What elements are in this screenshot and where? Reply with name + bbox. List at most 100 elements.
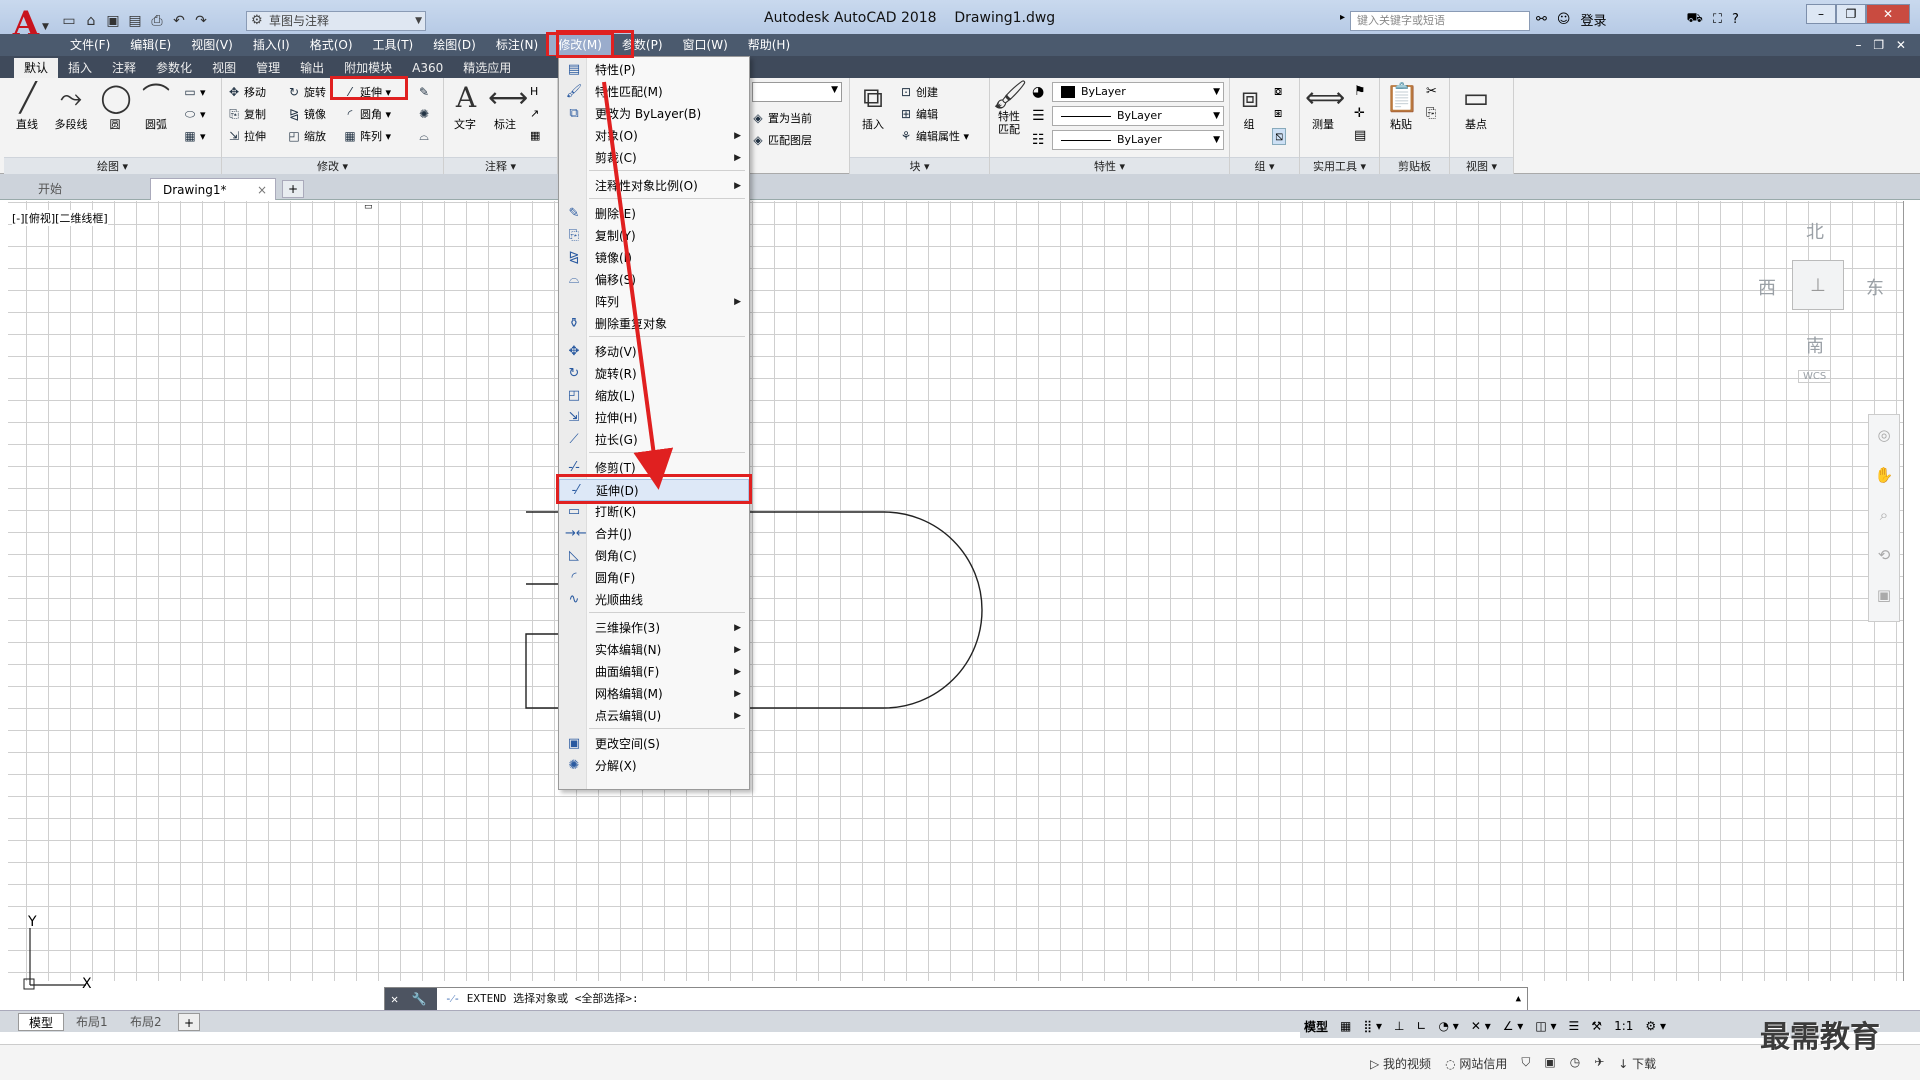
circle-button[interactable]: ◯ 圆 <box>98 80 132 132</box>
menu-item-16[interactable]: ⟋ 拉长(G) <box>559 429 749 451</box>
menu-item-19[interactable]: ▭ 打断(K) <box>559 501 749 523</box>
ribbon-tab-1[interactable]: 插入 <box>58 58 102 78</box>
menu-item-1[interactable]: 🖌 特性匹配(M) <box>559 81 749 103</box>
workspace-select[interactable]: ⚙ 草图与注释 ▼ <box>246 11 426 31</box>
menu-item-6[interactable]: ✎ 删除(E) <box>559 203 749 225</box>
close-tab-icon[interactable]: × <box>257 179 267 201</box>
group-button[interactable]: ⧈ 组 <box>1232 80 1266 132</box>
view-panel-title[interactable]: 视图 ▾ <box>1450 157 1513 174</box>
menu-item-22[interactable]: ◜ 圆角(F) <box>559 567 749 589</box>
clock-icon[interactable]: ◷ <box>1570 1055 1580 1072</box>
block-panel-title[interactable]: 块 ▾ <box>850 157 989 174</box>
taskbar-video[interactable]: ▷ 我的视频 <box>1370 1055 1431 1072</box>
customize-cmd-icon[interactable]: 🔧 <box>411 992 426 1006</box>
erase-button[interactable]: ✎ <box>416 82 434 102</box>
print-icon[interactable]: ⎙ <box>146 11 168 31</box>
arc-button[interactable]: ⌒ 圆弧 <box>138 80 174 132</box>
ribbon-tab-9[interactable]: 精选应用 <box>453 58 521 78</box>
rotate-button[interactable]: ↻ 旋转 <box>286 82 326 102</box>
color-select[interactable]: ByLayer ▼ <box>1052 82 1224 102</box>
save-as-icon[interactable]: ▤ <box>124 11 146 31</box>
cart-icon[interactable]: ⛟ <box>1686 11 1702 28</box>
menu-item-30[interactable]: ✺ 分解(X) <box>559 755 749 777</box>
menu-item-21[interactable]: ◺ 倒角(C) <box>559 545 749 567</box>
measure-button[interactable]: ⟺ 测量 <box>1304 80 1345 132</box>
menu-item-0[interactable]: ▤ 特性(P) <box>559 59 749 81</box>
menu-item-4[interactable]: 剪裁(C) ▶ <box>559 147 749 169</box>
search-expand-icon[interactable]: ▸ <box>1340 12 1345 23</box>
set-current-layer-button[interactable]: ◈ 置为当前 <box>750 108 812 128</box>
move-button[interactable]: ✥ 移动 <box>226 82 266 102</box>
menu-5[interactable]: 工具(T) <box>363 34 424 56</box>
menu-item-12[interactable]: ✥ 移动(V) <box>559 341 749 363</box>
menu-10[interactable]: 窗口(W) <box>673 34 738 56</box>
dynucs-icon[interactable]: ◫ ▾ <box>1535 1019 1556 1033</box>
base-view-button[interactable]: ▭ 基点 <box>1456 80 1496 132</box>
navcube-east[interactable]: 东 <box>1866 274 1884 300</box>
menu-item-7[interactable]: ⎘ 复制(Y) <box>559 225 749 247</box>
hatch-button[interactable]: ▦ ▾ <box>182 126 205 146</box>
rectangle-button[interactable]: ▭ ▾ <box>182 82 205 102</box>
command-history-icon[interactable]: ▲ <box>1516 988 1521 1010</box>
fillet-button[interactable]: ◜ 圆角 ▾ <box>342 104 391 124</box>
menu-4[interactable]: 格式(O) <box>300 34 363 56</box>
steering-wheel-icon[interactable]: ◎ <box>1869 415 1899 455</box>
create-block-button[interactable]: ⊡ 创建 <box>898 82 938 102</box>
viewport-controls-label[interactable]: [-][俯视][二维线框] <box>12 210 108 226</box>
open-icon[interactable]: ⌂ <box>80 11 102 31</box>
menu-2[interactable]: 视图(V) <box>181 34 243 56</box>
user-icon[interactable]: ☺ <box>1557 12 1571 27</box>
menu-item-15[interactable]: ⇲ 拉伸(H) <box>559 407 749 429</box>
menu-item-23[interactable]: ∿ 光顺曲线 <box>559 589 749 611</box>
match-layer-button[interactable]: ◈ 匹配图层 <box>750 130 812 150</box>
tab-model[interactable]: 模型 <box>18 1013 65 1031</box>
navcube-north[interactable]: 北 <box>1806 218 1824 244</box>
offset-button[interactable]: ⌓ <box>416 126 434 146</box>
mirror-button[interactable]: ⧎ 镜像 <box>286 104 326 124</box>
menu-item-24[interactable]: 三维操作(3) ▶ <box>559 617 749 639</box>
linear-dim-icon[interactable]: H <box>530 82 538 102</box>
insert-button[interactable]: ⧉ 插入 <box>854 80 892 132</box>
navigation-bar[interactable]: ◎ ✋ ⌕ ⟲ ▣ <box>1868 414 1900 622</box>
model-space-button[interactable]: 模型 <box>1304 1018 1328 1035</box>
cut-icon[interactable]: ✂ <box>1426 84 1437 99</box>
wcs-menu[interactable]: WCS <box>1798 370 1832 383</box>
array-button[interactable]: ▦ 阵列 ▾ <box>342 126 391 146</box>
close-button[interactable]: ✕ <box>1866 4 1910 24</box>
ribbon-tab-4[interactable]: 视图 <box>202 58 246 78</box>
grid-icon[interactable]: ▦ <box>1340 1019 1351 1033</box>
menu-item-10[interactable]: 阵列 ▶ <box>559 291 749 313</box>
menu-item-3[interactable]: 对象(O) ▶ <box>559 125 749 147</box>
polar-icon[interactable]: ◔ ▾ <box>1439 1019 1459 1033</box>
menu-item-8[interactable]: ⧎ 镜像(I) <box>559 247 749 269</box>
draw-panel-title[interactable]: 绘图 ▾ <box>4 157 221 174</box>
utilities-panel-title[interactable]: 实用工具 ▾ <box>1300 157 1379 174</box>
ribbon-tab-3[interactable]: 参数化 <box>146 58 202 78</box>
line-button[interactable]: ╱ 直线 <box>10 80 44 132</box>
lineweight-toggle-icon[interactable]: ☰ <box>1569 1019 1580 1033</box>
otrack-icon[interactable]: ∠ ▾ <box>1503 1019 1524 1033</box>
help-icon[interactable]: ? <box>1732 12 1739 27</box>
mdi-window-controls[interactable]: – ❐ ✕ <box>1856 38 1910 52</box>
ortho-icon[interactable]: ∟ <box>1416 1019 1426 1033</box>
app-menu-arrow-icon[interactable]: ▼ <box>42 22 49 32</box>
menu-1[interactable]: 编辑(E) <box>120 34 181 56</box>
scale-button[interactable]: ◰ 缩放 <box>286 126 326 146</box>
ribbon-tab-6[interactable]: 输出 <box>290 58 334 78</box>
menu-item-11[interactable]: ⚱ 删除重复对象 <box>559 313 749 335</box>
shield-icon[interactable]: ⛉ <box>1521 1055 1530 1072</box>
paste-button[interactable]: 📋 粘贴 <box>1384 80 1420 132</box>
layer-select[interactable]: ▼ <box>752 82 842 102</box>
new-tab-button[interactable]: + <box>282 180 304 198</box>
pan-icon[interactable]: ✋ <box>1869 455 1899 495</box>
gear-icon[interactable]: ⚙ ▾ <box>1645 1019 1666 1033</box>
ribbon-tab-7[interactable]: 附加模块 <box>334 58 402 78</box>
drawing-canvas[interactable] <box>8 201 1904 981</box>
infer-icon[interactable]: ⊥ <box>1394 1019 1404 1033</box>
menu-item-2[interactable]: ⧉ 更改为 ByLayer(B) <box>559 103 749 125</box>
menu-item-27[interactable]: 网格编辑(M) ▶ <box>559 683 749 705</box>
menu-item-26[interactable]: 曲面编辑(F) ▶ <box>559 661 749 683</box>
ribbon-tab-2[interactable]: 注释 <box>102 58 146 78</box>
ellipse-button[interactable]: ⬭ ▾ <box>182 104 206 124</box>
menu-7[interactable]: 标注(N) <box>486 34 548 56</box>
